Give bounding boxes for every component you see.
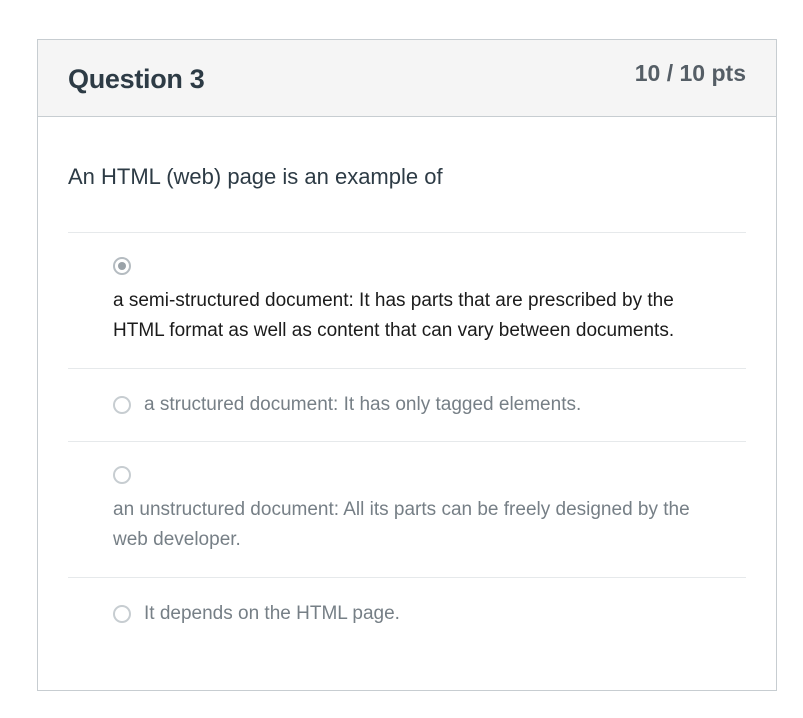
- answer-label: an unstructured document: All its parts …: [113, 499, 690, 550]
- radio-button-selected[interactable]: [113, 257, 131, 275]
- question-text: An HTML (web) page is an example of: [68, 163, 746, 233]
- question-body: An HTML (web) page is an example of a se…: [38, 163, 776, 650]
- radio-button[interactable]: [113, 605, 131, 623]
- answer-label: a structured document: It has only tagge…: [144, 394, 582, 415]
- radio-button[interactable]: [113, 466, 131, 484]
- answer-label: a semi-structured document: It has parts…: [113, 290, 675, 341]
- answer-label: It depends on the HTML page.: [144, 603, 400, 624]
- question-card: Question 3 10 / 10 pts An HTML (web) pag…: [37, 39, 777, 691]
- answer-option-3[interactable]: an unstructured document: All its parts …: [68, 442, 746, 578]
- answer-option-1[interactable]: a semi-structured document: It has parts…: [68, 233, 746, 369]
- answer-option-2[interactable]: a structured document: It has only tagge…: [68, 369, 746, 442]
- question-title: Question 3: [68, 64, 205, 94]
- question-header: Question 3 10 / 10 pts: [38, 40, 776, 117]
- radio-button[interactable]: [113, 396, 131, 414]
- question-points: 10 / 10 pts: [634, 60, 746, 86]
- answer-option-4[interactable]: It depends on the HTML page.: [68, 578, 746, 650]
